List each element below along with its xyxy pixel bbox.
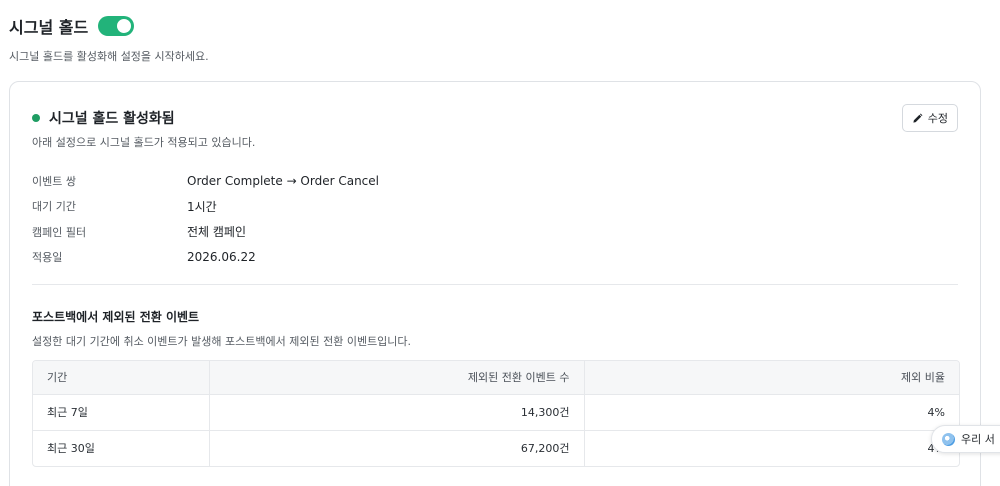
page-header: 시그널 홀드 시그널 홀드를 활성화해 설정을 시작하세요.: [9, 14, 209, 64]
section-divider: [32, 284, 958, 285]
chat-widget-label: 우리 서: [961, 433, 995, 446]
page-title: 시그널 홀드: [9, 18, 89, 37]
chat-widget-button[interactable]: 우리 서: [931, 425, 1000, 453]
cell-ratio: 4%: [583, 394, 959, 431]
setting-label: 대기 기간: [32, 200, 76, 214]
signal-hold-page: 시그널 홀드 시그널 홀드를 활성화해 설정을 시작하세요. 시그널 홀드 활성…: [0, 0, 1000, 486]
setting-row-applied-date: 적용일 2026.06.22: [32, 245, 379, 271]
cell-count: 67,200건: [208, 430, 584, 466]
excluded-section-title: 포스트백에서 제외된 전환 이벤트: [32, 310, 200, 324]
cell-period: 최근 30일: [47, 442, 95, 456]
setting-label: 적용일: [32, 251, 63, 265]
table-row: 최근 30일 67,200건 4%: [33, 430, 959, 466]
table-row: 최근 7일 14,300건 4%: [33, 394, 959, 431]
status-description: 아래 설정으로 시그널 홀드가 적용되고 있습니다.: [32, 136, 256, 149]
signal-hold-toggle[interactable]: [98, 16, 135, 36]
setting-value: Order Complete → Order Cancel: [187, 173, 379, 188]
table-header-row: 기간 제외된 전환 이벤트 수 제외 비율: [33, 361, 959, 395]
column-header-ratio: 제외 비율: [583, 361, 959, 395]
excluded-events-table: 기간 제외된 전환 이벤트 수 제외 비율 최근 7일 14,300건 4% 최…: [32, 360, 960, 467]
column-header-period: 기간: [33, 361, 209, 395]
chat-bubble-icon: [942, 432, 955, 446]
setting-label: 캠페인 필터: [32, 225, 87, 239]
setting-row-event-pair: 이벤트 쌍 Order Complete → Order Cancel: [32, 168, 379, 194]
status-dot-icon: [32, 114, 40, 122]
toggle-knob: [117, 19, 132, 33]
status-title: 시그널 홀드 활성화됨: [49, 111, 175, 127]
setting-value: 1시간: [187, 199, 217, 214]
setting-row-wait-period: 대기 기간 1시간: [32, 194, 379, 220]
edit-button-label: 수정: [927, 112, 948, 125]
cell-ratio: 4%: [583, 430, 959, 466]
status-row: 시그널 홀드 활성화됨: [32, 108, 175, 128]
pencil-icon: [913, 113, 923, 123]
signal-hold-card: 시그널 홀드 활성화됨 아래 설정으로 시그널 홀드가 적용되고 있습니다. 수…: [9, 81, 981, 486]
settings-list: 이벤트 쌍 Order Complete → Order Cancel 대기 기…: [32, 168, 379, 270]
setting-value: 전체 캠페인: [187, 225, 247, 240]
setting-row-campaign-filter: 캠페인 필터 전체 캠페인: [32, 219, 379, 245]
page-description: 시그널 홀드를 활성화해 설정을 시작하세요.: [9, 50, 209, 63]
excluded-section-description: 설정한 대기 기간에 취소 이벤트가 발생해 포스트백에서 제외된 전환 이벤트…: [32, 335, 412, 348]
edit-button[interactable]: 수정: [901, 104, 958, 132]
setting-label: 이벤트 쌍: [32, 174, 76, 188]
column-header-count: 제외된 전환 이벤트 수: [208, 361, 584, 395]
title-row: 시그널 홀드: [9, 14, 209, 38]
setting-value: 2026.06.22: [187, 250, 256, 265]
cell-period: 최근 7일: [33, 394, 209, 431]
cell-count: 14,300건: [208, 394, 584, 431]
